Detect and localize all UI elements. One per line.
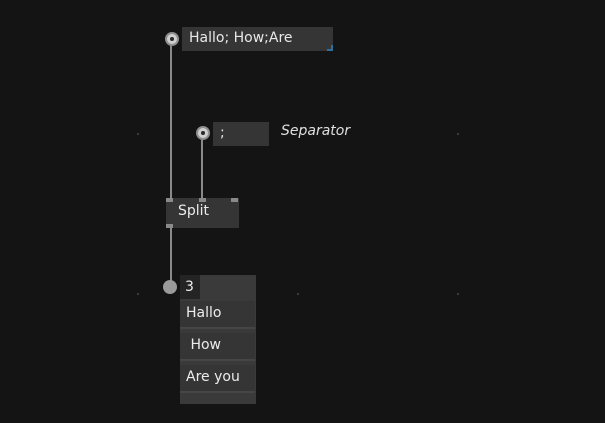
spread-count[interactable]: 3 — [180, 275, 200, 299]
split-input-pin-options[interactable] — [231, 198, 238, 202]
grid-dot — [457, 293, 459, 295]
separator-iobox[interactable]: ; — [213, 122, 269, 146]
output-spread-iobox[interactable]: 3 Hallo How Are you — [180, 275, 256, 404]
input-string-value: Hallo; How;Are — [189, 30, 293, 46]
link-split-to-output[interactable] — [170, 228, 172, 282]
spread-item[interactable]: Are you — [180, 365, 255, 393]
patch-canvas[interactable]: Hallo; How;Are ; Separator Split 3 Hallo… — [0, 0, 605, 423]
output-iobox-pin[interactable] — [163, 280, 177, 294]
spread-item[interactable]: Hallo — [180, 301, 255, 329]
separator-iobox-pin[interactable] — [196, 126, 210, 140]
split-node[interactable]: Split — [166, 198, 239, 228]
separator-comment: Separator — [281, 123, 351, 139]
grid-dot — [137, 133, 139, 135]
split-input-pin-input[interactable] — [166, 198, 173, 202]
link-input-to-split[interactable] — [170, 45, 172, 200]
spread-item[interactable]: How — [180, 333, 255, 361]
link-separator-to-split[interactable] — [201, 138, 203, 200]
grid-dot — [137, 293, 139, 295]
resize-handle[interactable] — [327, 45, 333, 51]
split-output-pin[interactable] — [166, 224, 173, 228]
grid-dot — [457, 133, 459, 135]
split-input-pin-separator[interactable] — [199, 198, 206, 202]
input-string-iobox[interactable]: Hallo; How;Are — [182, 27, 333, 51]
separator-value: ; — [220, 125, 225, 141]
grid-dot — [297, 293, 299, 295]
input-iobox-pin[interactable] — [165, 32, 179, 46]
split-node-label: Split — [178, 203, 210, 219]
